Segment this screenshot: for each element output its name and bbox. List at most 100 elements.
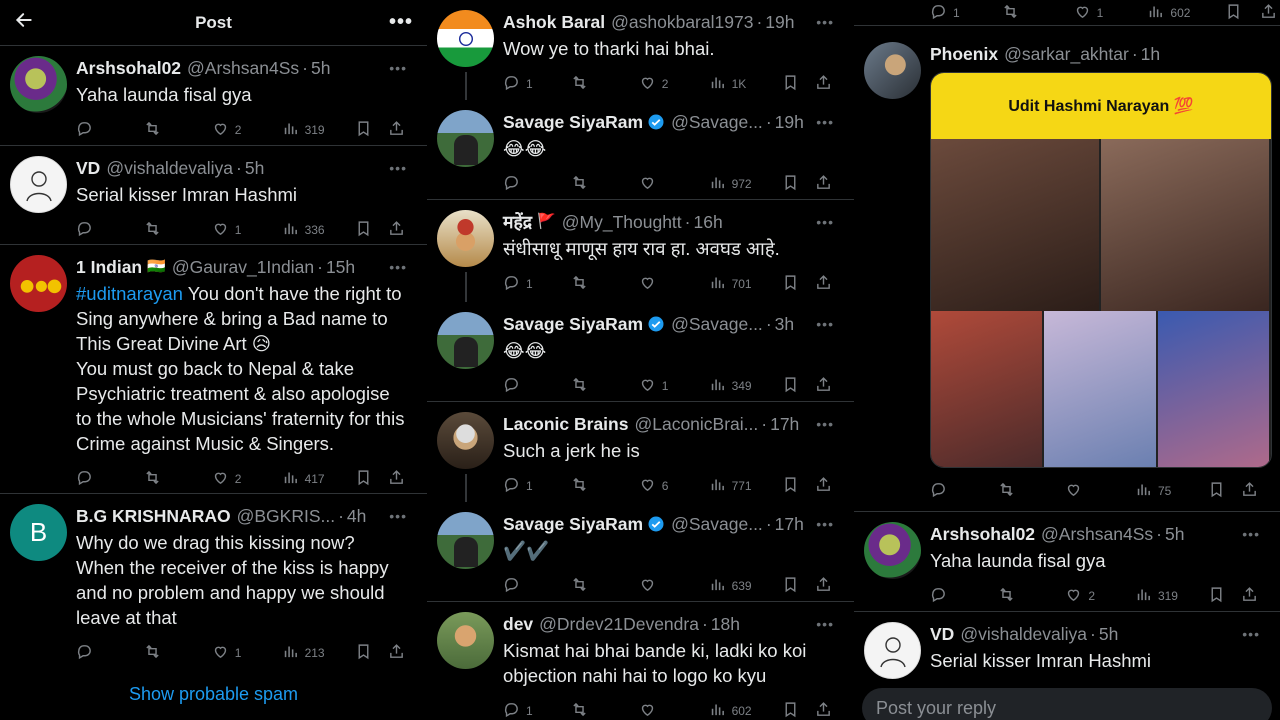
- like-button[interactable]: 1: [212, 220, 282, 240]
- back-arrow-icon[interactable]: [14, 10, 44, 36]
- tweet[interactable]: Savage SiyaRam @Savage... · 3h ••• 😂😂 1 …: [427, 302, 854, 402]
- views-button[interactable]: 417: [282, 469, 356, 489]
- author-handle[interactable]: @Arshsan4Ss: [1041, 522, 1153, 546]
- retweet-button[interactable]: [1002, 3, 1074, 23]
- tweet[interactable]: Laconic Brains @LaconicBrai... · 17h •••…: [427, 402, 854, 502]
- timestamp[interactable]: 19h: [775, 110, 804, 134]
- like-button[interactable]: 6: [639, 476, 709, 496]
- author-handle[interactable]: @Savage...: [671, 312, 763, 336]
- views-button[interactable]: 336: [282, 220, 356, 240]
- tweet[interactable]: 1 Indian 🇮🇳 @Gaurav_1Indian · 15h ••• #u…: [0, 245, 427, 494]
- more-icon[interactable]: •••: [810, 210, 834, 234]
- author-handle[interactable]: @sarkar_akhtar: [1004, 42, 1129, 66]
- timestamp[interactable]: 3h: [775, 312, 794, 336]
- share-button[interactable]: [815, 476, 834, 496]
- more-icon[interactable]: •••: [1236, 522, 1260, 546]
- timestamp[interactable]: 19h: [765, 10, 794, 34]
- retweet-button[interactable]: [571, 476, 639, 496]
- author-name[interactable]: Laconic Brains: [503, 412, 628, 436]
- author-handle[interactable]: @Drdev21Devendra: [539, 612, 699, 636]
- retweet-button[interactable]: [998, 586, 1066, 606]
- retweet-button[interactable]: [998, 481, 1066, 501]
- views-button[interactable]: 319: [282, 120, 356, 140]
- views-button[interactable]: 972: [709, 174, 783, 194]
- avatar[interactable]: [864, 622, 921, 679]
- views-button[interactable]: 75: [1135, 481, 1208, 501]
- tweet[interactable]: Savage SiyaRam @Savage... · 17h ••• ✔️✔️…: [427, 502, 854, 602]
- share-button[interactable]: [815, 174, 834, 194]
- timestamp[interactable]: 15h: [326, 255, 355, 279]
- tweet[interactable]: Arshsohal02 @Arshsan4Ss · 5h ••• Yaha la…: [0, 46, 427, 146]
- bookmark-button[interactable]: [782, 576, 815, 596]
- reply-button[interactable]: [503, 174, 571, 194]
- bookmark-button[interactable]: [355, 643, 388, 663]
- author-handle[interactable]: @BGKRIS...: [237, 504, 335, 528]
- tweet[interactable]: B B.G KRISHNARAO @BGKRIS... · 4h ••• Why…: [0, 494, 427, 670]
- avatar[interactable]: [864, 522, 921, 579]
- like-button[interactable]: 2: [639, 74, 709, 94]
- more-icon[interactable]: •••: [1236, 622, 1260, 646]
- retweet-button[interactable]: [571, 274, 639, 294]
- like-button[interactable]: 1: [212, 643, 282, 663]
- views-button[interactable]: 213: [282, 643, 356, 663]
- reply-composer[interactable]: [862, 688, 1272, 720]
- like-button[interactable]: [639, 701, 709, 720]
- reply-button[interactable]: 1: [503, 274, 571, 294]
- tweet[interactable]: महेंद्र 🚩 @My_Thoughtt · 16h ••• संधीसाध…: [427, 200, 854, 302]
- retweet-button[interactable]: [144, 220, 212, 240]
- avatar[interactable]: [437, 312, 494, 369]
- avatar[interactable]: [437, 110, 494, 167]
- author-name[interactable]: VD: [930, 622, 954, 646]
- author-name[interactable]: Ashok Baral: [503, 10, 605, 34]
- bookmark-button[interactable]: [1225, 3, 1260, 23]
- share-button[interactable]: [815, 576, 834, 596]
- reply-button[interactable]: [930, 481, 998, 501]
- views-button[interactable]: 349: [709, 376, 783, 396]
- author-name[interactable]: 1 Indian: [76, 255, 142, 279]
- bookmark-button[interactable]: [782, 74, 815, 94]
- like-button[interactable]: [1065, 481, 1135, 501]
- avatar[interactable]: [10, 156, 67, 213]
- more-icon[interactable]: •••: [810, 312, 834, 336]
- more-icon[interactable]: •••: [810, 412, 834, 436]
- retweet-button[interactable]: [144, 469, 212, 489]
- views-button[interactable]: 771: [709, 476, 783, 496]
- more-icon[interactable]: •••: [383, 504, 407, 528]
- hashtag-link[interactable]: #uditnarayan: [76, 283, 183, 304]
- share-button[interactable]: [1241, 586, 1260, 606]
- author-name[interactable]: dev: [503, 612, 533, 636]
- retweet-button[interactable]: [144, 643, 212, 663]
- like-button[interactable]: 1: [1074, 3, 1148, 23]
- bookmark-button[interactable]: [782, 174, 815, 194]
- avatar[interactable]: [437, 10, 494, 67]
- tweet[interactable]: Savage SiyaRam @Savage... · 19h ••• 😂😂 9…: [427, 100, 854, 200]
- share-button[interactable]: [815, 701, 834, 720]
- avatar[interactable]: [864, 42, 921, 99]
- timestamp[interactable]: 5h: [1165, 522, 1184, 546]
- author-name[interactable]: VD: [76, 156, 100, 180]
- tweet[interactable]: dev @Drdev21Devendra · 18h ••• Kismat ha…: [427, 602, 854, 720]
- views-button[interactable]: 1K: [709, 74, 783, 94]
- show-probable-spam-link[interactable]: Show probable spam: [0, 670, 427, 705]
- retweet-button[interactable]: [571, 174, 639, 194]
- timestamp[interactable]: 17h: [775, 512, 804, 536]
- bookmark-button[interactable]: [782, 376, 815, 396]
- more-icon[interactable]: •••: [383, 255, 407, 279]
- reply-button[interactable]: 1: [503, 476, 571, 496]
- reply-button[interactable]: 1: [503, 74, 571, 94]
- like-button[interactable]: 2: [212, 469, 282, 489]
- avatar[interactable]: [437, 412, 494, 469]
- bookmark-button[interactable]: [355, 120, 388, 140]
- share-button[interactable]: [1241, 481, 1260, 501]
- share-button[interactable]: [1260, 3, 1280, 23]
- reply-button[interactable]: [76, 220, 144, 240]
- author-name[interactable]: Arshsohal02: [930, 522, 1035, 546]
- author-handle[interactable]: @LaconicBrai...: [634, 412, 758, 436]
- timestamp[interactable]: 1h: [1141, 42, 1160, 66]
- avatar[interactable]: [437, 512, 494, 569]
- more-icon[interactable]: •••: [810, 512, 834, 536]
- author-name[interactable]: Phoenix: [930, 42, 998, 66]
- share-button[interactable]: [388, 220, 407, 240]
- like-button[interactable]: [639, 576, 709, 596]
- bookmark-button[interactable]: [355, 220, 388, 240]
